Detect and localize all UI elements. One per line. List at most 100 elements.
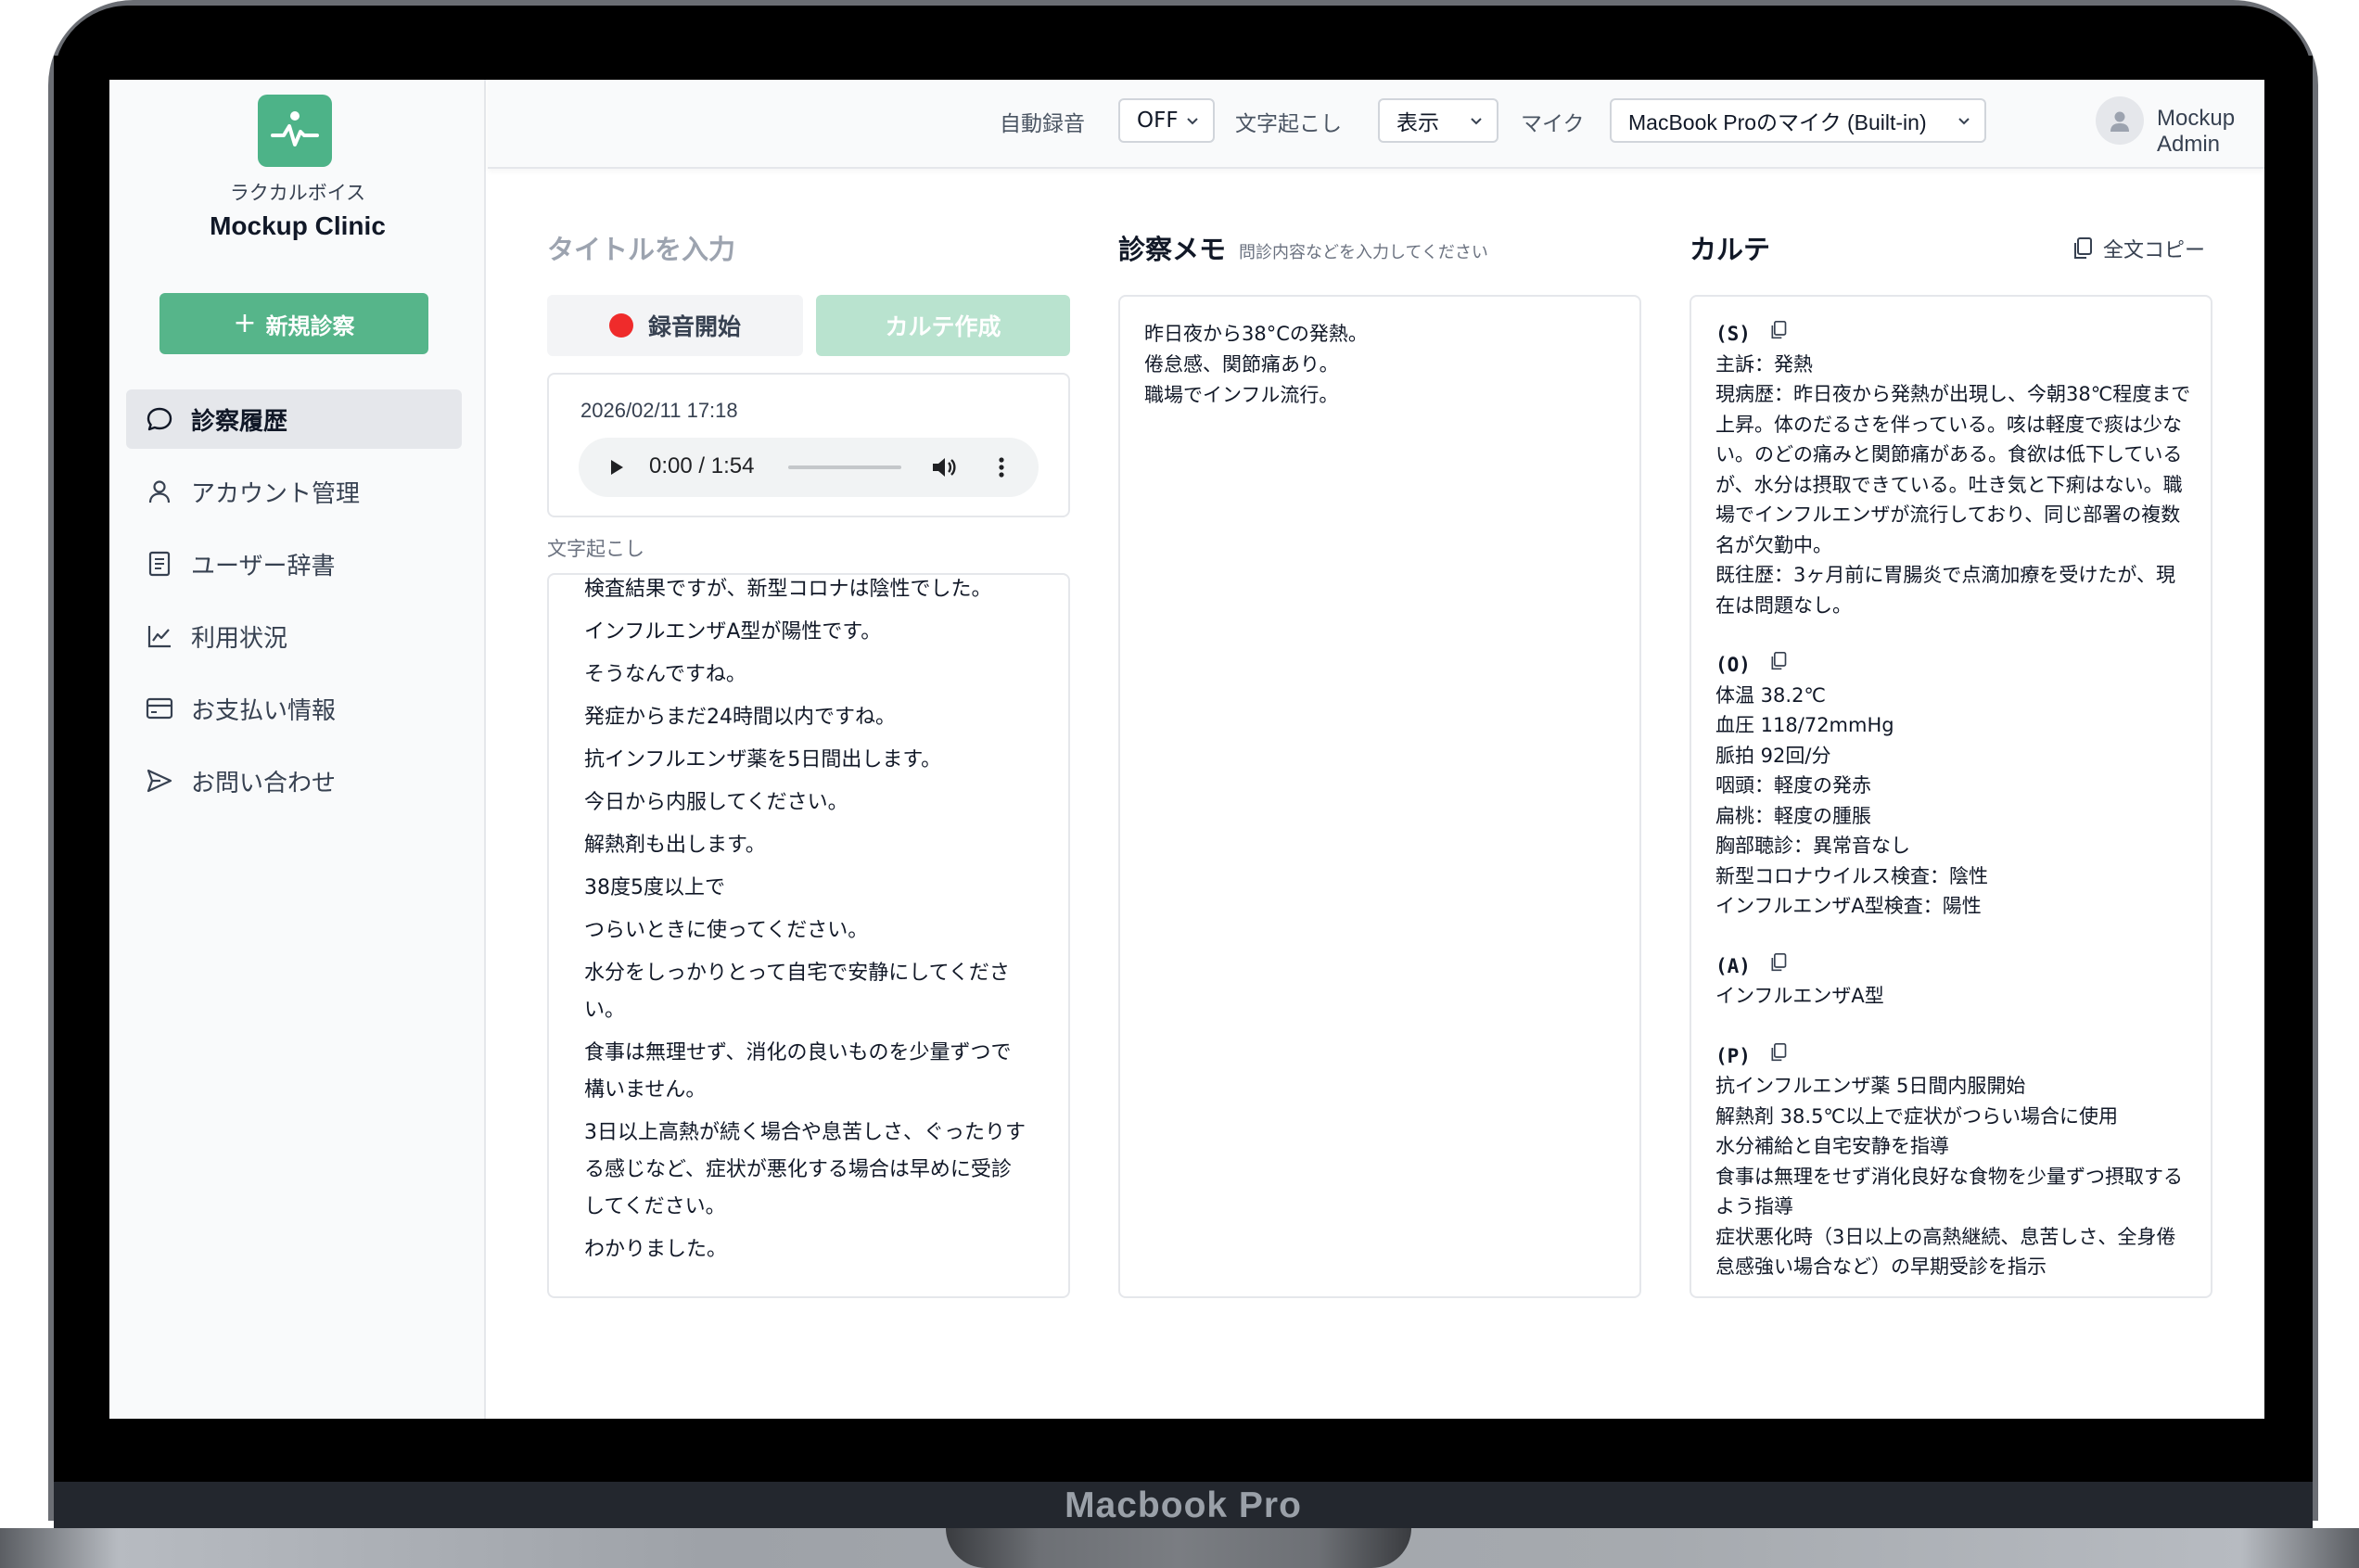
copy-icon[interactable] [1769, 1041, 1788, 1072]
sidebar-item-label: ユーザー辞書 [191, 552, 336, 580]
karte-content: (S) 主訴：発熱現病歴：昨日夜から発熱が出現し、今朝38℃程度まで上昇。体のだる… [1715, 319, 2192, 1312]
transcript-line: そうなんですね。 [584, 663, 746, 686]
karte-line: 解熱剤 38.5℃以上で症状がつらい場合に使用 [1715, 1104, 2119, 1128]
sidebar-item-label: 診察履歴 [191, 407, 288, 436]
transcript-line: つらいときに使ってください。 [584, 919, 869, 942]
karte-box: (S) 主訴：発熱現病歴：昨日夜から発熱が出現し、今朝38℃程度まで上昇。体のだる… [1690, 295, 2212, 1298]
plus-icon: + [233, 307, 257, 339]
title-input[interactable]: タイトルを入力 [547, 228, 735, 267]
memo-textarea[interactable]: 昨日夜から38°Cの発熱。 倦怠感、関節痛あり。 職場でインフル流行。 [1118, 295, 1641, 1298]
karte-line: 脈拍 92回/分 [1715, 744, 1831, 767]
create-karte-button[interactable]: カルテ作成 [816, 295, 1070, 356]
mic-label: マイク [1521, 112, 1585, 136]
memo-hint: 問診内容などを入力してください [1239, 243, 1488, 262]
copy-all-button[interactable]: 全文コピー [2072, 234, 2205, 263]
screen-bezel-bottom [54, 1419, 2313, 1484]
copy-all-label: 全文コピー [2103, 239, 2206, 262]
app-logo [258, 95, 332, 167]
avatar[interactable] [2096, 96, 2144, 145]
send-icon [145, 766, 174, 796]
karte-line: インフルエンザA型 [1715, 985, 1884, 1007]
karte-line: 現病歴：昨日夜から発熱が出現し、今朝38℃程度まで上昇。体のだるさを伴っている。… [1715, 383, 2191, 556]
chevron-down-icon [1958, 118, 1970, 125]
karte-section-label: (A) [1715, 954, 1751, 977]
auto-record-select[interactable]: OFF [1118, 98, 1215, 143]
karte-line: 咽頭：軽度の発赤 [1715, 774, 1871, 797]
volume-icon[interactable] [929, 453, 959, 482]
user-avatar-icon [2110, 111, 2129, 132]
copy-icon[interactable] [1769, 319, 1788, 350]
copy-icon[interactable] [1769, 951, 1788, 982]
sidebar-item-label: お問い合わせ [191, 769, 337, 797]
record-start-button[interactable]: 録音開始 [547, 295, 803, 356]
karte-section-header: (O) [1715, 650, 2192, 681]
line-chart-icon [145, 621, 174, 651]
pulse-icon [271, 111, 319, 147]
clinic-name: Mockup Clinic [210, 211, 386, 240]
auto-record-label: 自動録音 [1000, 112, 1085, 136]
karte-line: 食事は無理をせず消化良好な食物を少量ずつ摂取するよう指導 [1715, 1165, 2183, 1218]
laptop-chin: Macbook Pro [54, 1482, 2313, 1530]
copy-icon [2074, 237, 2092, 259]
karte-section-label: (S) [1715, 323, 1751, 345]
karte-section-header: (S) [1715, 319, 2192, 350]
sidebar-item-label: アカウント管理 [191, 479, 361, 508]
karte-line: 主訴：発熱 [1715, 352, 1813, 376]
chat-bubble-icon [145, 404, 174, 434]
screen-bezel-left [54, 56, 109, 1484]
sidebar-item-label: お支払い情報 [191, 696, 337, 725]
chevron-down-icon [1471, 118, 1482, 125]
memo-title: 診察メモ [1118, 234, 1227, 265]
brand-subtitle: ラクカルボイス [229, 182, 366, 204]
sidebar-item-dictionary[interactable]: ユーザー辞書 [126, 534, 462, 593]
document-icon [145, 549, 174, 579]
recording-datetime: 2026/02/11 17:18 [580, 399, 738, 422]
karte-line: 扁桃：軽度の腫脹 [1715, 804, 1871, 827]
karte-line: 胸部聴診：異常音なし [1715, 835, 1910, 857]
transcript-line: わかりました。 [584, 1238, 728, 1261]
transcript-line: 3日以上高熱が続く場合や息苦しさ、ぐったりする感じなど、症状が悪化する場合は早め… [584, 1121, 1026, 1218]
karte-section-label: (O) [1715, 654, 1751, 676]
audio-time: 0:00 / 1:54 [649, 453, 755, 478]
credit-card-icon [145, 694, 174, 723]
karte-section-header: (A) [1715, 951, 2192, 982]
new-consultation-label: 新規診察 [265, 312, 355, 339]
sidebar-item-label: 利用状況 [191, 624, 288, 653]
transcript-line: 食事は無理せず、消化の良いものを少量ずつで構いません。 [584, 1041, 1012, 1102]
karte-line: 症状悪化時（3日以上の高熱継続、息苦しさ、全身倦怠感強い場合など）の早期受診を指… [1715, 1225, 2176, 1279]
karte-line: 新型コロナウイルス検査：陰性 [1715, 864, 1988, 887]
transcript-line: 検査結果ですが、新型コロナは陰性でした。 [584, 578, 992, 601]
karte-section: (O) 体温 38.2℃ 血圧 118/72mmHg 脈拍 92回/分 咽頭：軽度の発赤… [1715, 650, 2192, 922]
karte-line: 抗インフルエンザ薬 5日間内服開始 [1715, 1075, 2026, 1097]
mic-select[interactable]: MacBook Proのマイク (Built-in) [1610, 98, 1986, 143]
chevron-down-icon [1187, 118, 1198, 125]
karte-line: 水分補給と自宅安静を指導 [1715, 1135, 1949, 1157]
play-icon[interactable] [606, 456, 627, 478]
sidebar-item-contact[interactable]: お問い合わせ [126, 751, 462, 810]
sidebar-item-usage[interactable]: 利用状況 [126, 606, 462, 666]
karte-line: 体温 38.2℃ [1715, 683, 1827, 707]
sidebar-item-billing[interactable]: お支払い情報 [126, 679, 462, 738]
screen-bezel-right [2263, 56, 2313, 1484]
screen-bezel [54, 6, 2313, 80]
mic-select-value: MacBook Proのマイク (Built-in) [1628, 110, 1927, 134]
sidebar-item-account[interactable]: アカウント管理 [126, 462, 462, 521]
transcript-select[interactable]: 表示 [1378, 98, 1498, 143]
more-vertical-icon[interactable] [987, 453, 1016, 482]
transcript-select-value: 表示 [1396, 111, 1439, 135]
copy-icon[interactable] [1769, 650, 1788, 681]
sidebar-nav: 診察履歴 アカウント管理 ユーザー辞書 利用状況 お支払い情報 お問い合わせ [126, 389, 462, 823]
new-consultation-button[interactable]: + 新規診察 [159, 293, 428, 354]
transcript-line: 水分をしっかりとって自宅で安静にしてください。 [584, 962, 1010, 1022]
memo-content: 昨日夜から38°Cの発熱。 倦怠感、関節痛あり。 職場でインフル流行。 [1144, 319, 1368, 411]
sidebar: ラクカルボイス Mockup Clinic + 新規診察 診察履歴 アカウント管… [109, 80, 486, 1419]
sidebar-item-history[interactable]: 診察履歴 [126, 389, 462, 449]
audio-progress-bar[interactable] [788, 465, 901, 469]
memo-line: 昨日夜から38°Cの発熱。 [1144, 323, 1368, 345]
transcript-toggle-label: 文字起こし [1235, 112, 1342, 136]
user-name: Mockup Admin [2157, 106, 2236, 157]
karte-section: (S) 主訴：発熱現病歴：昨日夜から発熱が出現し、今朝38℃程度まで上昇。体のだる… [1715, 319, 2192, 620]
app-screen: ラクカルボイス Mockup Clinic + 新規診察 診察履歴 アカウント管… [109, 80, 2264, 1419]
transcript-box[interactable]: 検査結果ですが、新型コロナは陰性でした。 インフルエンザA型が陽性です。 そうなんで… [547, 573, 1070, 1298]
karte-section: (P) 抗インフルエンザ薬 5日間内服開始 解熱剤 38.5℃以上で症状がつらい場合… [1715, 1041, 2192, 1282]
